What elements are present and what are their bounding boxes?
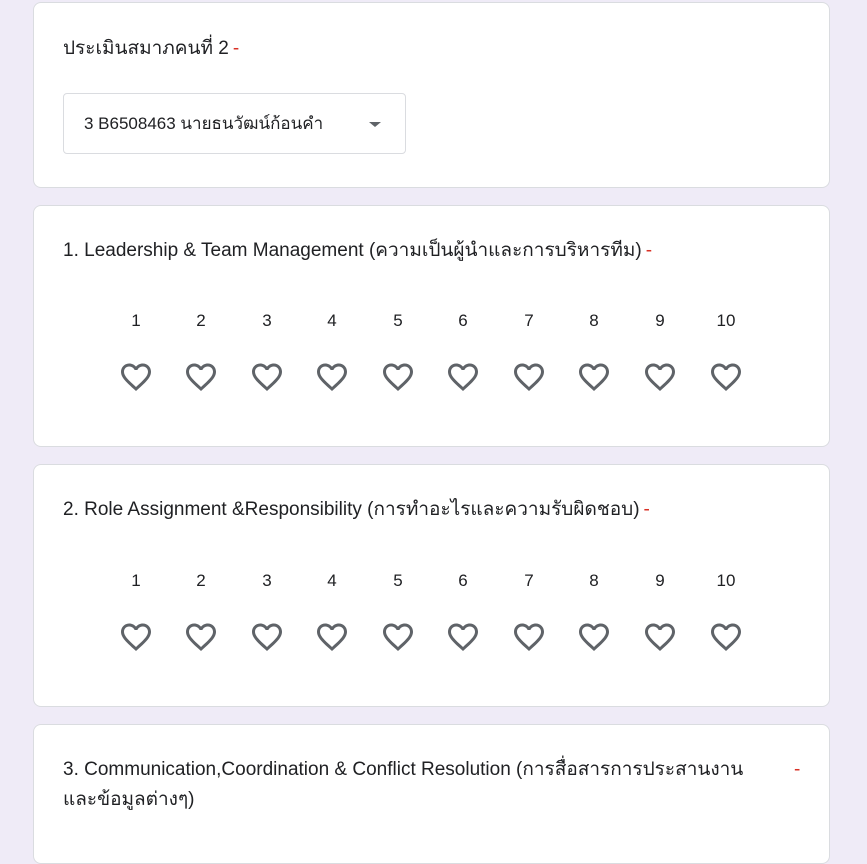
- scale-label-1: 1: [131, 571, 141, 590]
- question-title-1-text: 1. Leadership & Team Management (ความเป็…: [63, 240, 642, 261]
- heart-outline-icon[interactable]: [314, 359, 350, 395]
- scale-label-8: 8: [589, 571, 599, 590]
- member-question-card: ประเมินสมาภคนที่ 2- 3 B6508463 นายธนวัฒน…: [33, 2, 830, 188]
- heart-outline-icon[interactable]: [511, 619, 547, 655]
- scale-label-10: 10: [716, 311, 736, 330]
- heart-outline-icon[interactable]: [642, 619, 678, 655]
- member-question-title: ประเมินสมาภคนที่ 2-: [63, 34, 239, 64]
- question-card-3: 3. Communication,Coordination & Conflict…: [33, 724, 830, 864]
- scale-label-4: 4: [327, 311, 337, 330]
- scale-label-7: 7: [524, 311, 534, 330]
- scale-label-10: 10: [716, 571, 736, 590]
- heart-outline-icon[interactable]: [249, 619, 285, 655]
- heart-outline-icon[interactable]: [380, 359, 416, 395]
- scale-label-3: 3: [262, 571, 272, 590]
- heart-outline-icon[interactable]: [708, 359, 744, 395]
- heart-outline-icon[interactable]: [642, 359, 678, 395]
- scale-label-2: 2: [196, 311, 206, 330]
- heart-outline-icon[interactable]: [445, 619, 481, 655]
- heart-outline-icon[interactable]: [314, 619, 350, 655]
- dropdown-arrow-icon: [369, 122, 381, 127]
- question-title-2-text: 2. Role Assignment &Responsibility (การท…: [63, 499, 640, 520]
- question-card-1: 1. Leadership & Team Management (ความเป็…: [33, 205, 830, 447]
- member-question-title-text: ประเมินสมาภคนที่ 2: [63, 38, 229, 59]
- scale-label-8: 8: [589, 311, 599, 330]
- scale-label-6: 6: [458, 571, 468, 590]
- heart-outline-icon[interactable]: [249, 359, 285, 395]
- question-title-2: 2. Role Assignment &Responsibility (การท…: [63, 495, 650, 525]
- required-mark: -: [232, 38, 240, 59]
- heart-outline-icon[interactable]: [445, 359, 481, 395]
- scale-label-5: 5: [393, 311, 403, 330]
- scale-label-1: 1: [131, 311, 141, 330]
- required-mark: -: [643, 499, 650, 520]
- scale-label-6: 6: [458, 311, 468, 330]
- question-title-3: 3. Communication,Coordination & Conflict…: [63, 759, 744, 810]
- scale-label-2: 2: [196, 571, 206, 590]
- scale-label-7: 7: [524, 571, 534, 590]
- heart-outline-icon[interactable]: [576, 619, 612, 655]
- member-dropdown[interactable]: 3 B6508463 นายธนวัฒน์ก้อนคำ: [63, 93, 406, 154]
- scale-label-3: 3: [262, 311, 272, 330]
- scale-label-9: 9: [655, 571, 665, 590]
- question-title-1: 1. Leadership & Team Management (ความเป็…: [63, 236, 652, 266]
- heart-outline-icon[interactable]: [118, 619, 154, 655]
- heart-outline-icon[interactable]: [183, 619, 219, 655]
- member-dropdown-value: 3 B6508463 นายธนวัฒน์ก้อนคำ: [84, 114, 324, 133]
- heart-outline-icon[interactable]: [576, 359, 612, 395]
- scale-label-5: 5: [393, 571, 403, 590]
- required-mark: -: [794, 759, 801, 780]
- scale-label-4: 4: [327, 571, 337, 590]
- heart-outline-icon[interactable]: [511, 359, 547, 395]
- required-mark: -: [645, 240, 653, 261]
- heart-outline-icon[interactable]: [380, 619, 416, 655]
- heart-outline-icon[interactable]: [183, 359, 219, 395]
- heart-outline-icon[interactable]: [118, 359, 154, 395]
- scale-label-9: 9: [655, 311, 665, 330]
- heart-outline-icon[interactable]: [708, 619, 744, 655]
- question-card-2: 2. Role Assignment &Responsibility (การท…: [33, 464, 830, 707]
